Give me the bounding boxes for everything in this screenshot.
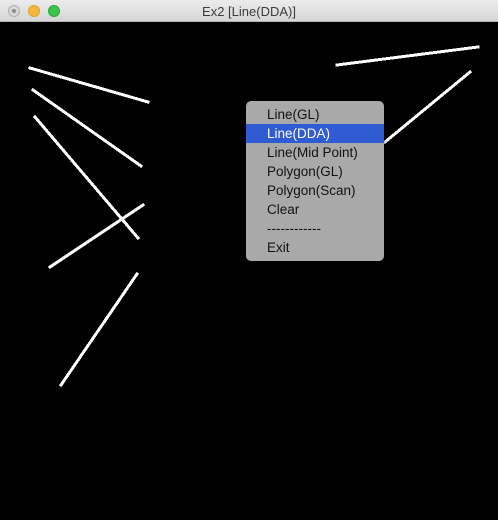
window-title: Ex2 [Line(DDA)] (202, 4, 296, 19)
drawn-line (30, 87, 144, 169)
menu-item-polygon-scan[interactable]: Polygon(Scan) (246, 181, 384, 200)
context-menu: Line(GL) Line(DDA) Line(Mid Point) Polyg… (246, 101, 384, 261)
drawn-line (47, 202, 146, 270)
drawn-line (58, 271, 140, 388)
menu-separator: ------------ (267, 221, 321, 236)
window-titlebar[interactable]: Ex2 [Line(DDA)] (0, 0, 498, 22)
canvas-svg (28, 45, 480, 388)
menu-item-line-dda[interactable]: Line(DDA) (246, 124, 384, 143)
drawn-line (28, 66, 150, 104)
menu-item-exit[interactable]: Exit (246, 238, 384, 257)
menu-item-polygon-gl[interactable]: Polygon(GL) (246, 162, 384, 181)
menu-item-clear[interactable]: Clear (246, 200, 384, 219)
menu-item-line-midpoint[interactable]: Line(Mid Point) (246, 143, 384, 162)
drawn-line (335, 45, 480, 67)
drawing-canvas[interactable] (0, 22, 498, 520)
drawn-line (382, 69, 473, 145)
menu-item-line-gl[interactable]: Line(GL) (246, 105, 384, 124)
